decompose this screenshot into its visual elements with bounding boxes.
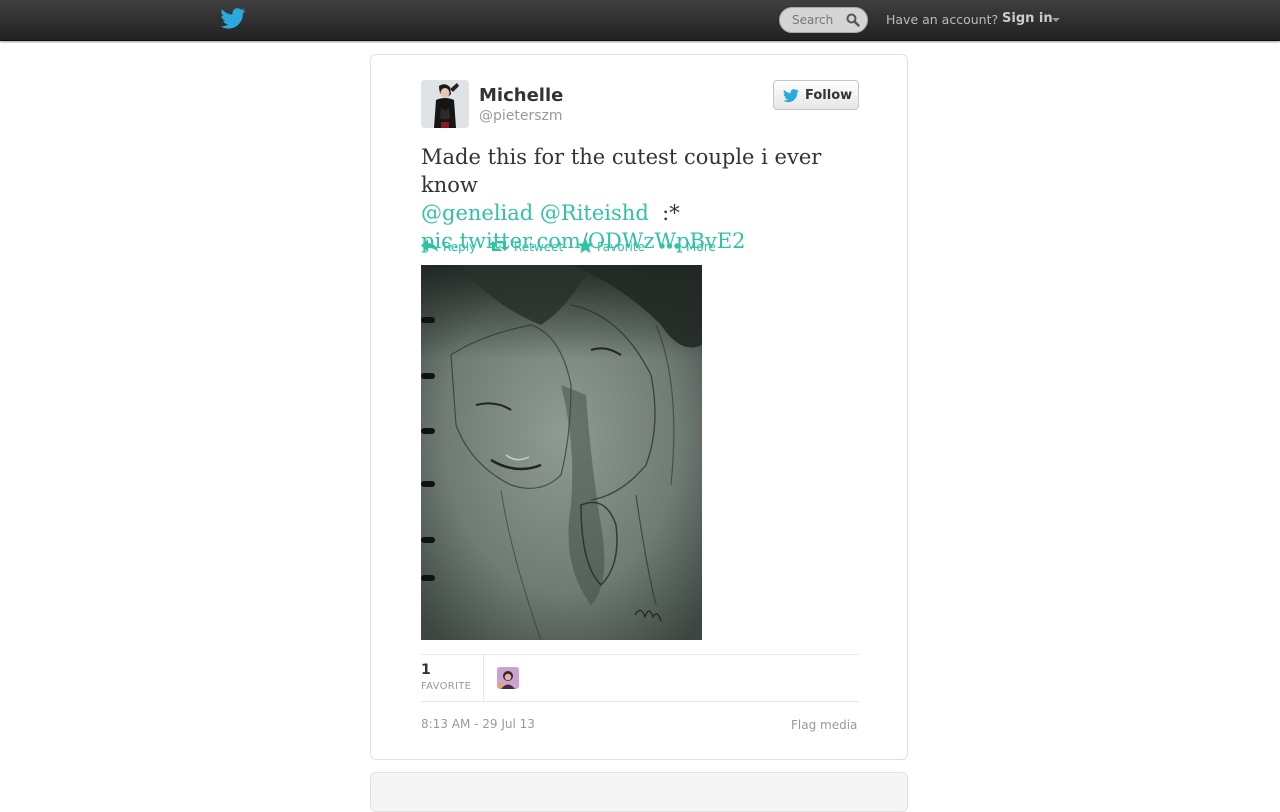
avatar-image <box>421 80 469 128</box>
tweet-timestamp[interactable]: 8:13 AM - 29 Jul 13 <box>421 717 535 731</box>
search-icon[interactable] <box>846 13 860 27</box>
follow-label: Follow <box>805 88 853 103</box>
divider <box>421 654 859 655</box>
tweet-text-line: Made this for the cutest couple i ever k… <box>421 145 822 197</box>
favorite-label: Favorite <box>597 240 645 254</box>
search-input[interactable] <box>780 8 854 32</box>
sketch-image <box>421 265 702 640</box>
follow-button[interactable]: Follow <box>773 80 859 110</box>
retweet-button[interactable]: Retweet <box>489 237 565 257</box>
more-button[interactable]: More <box>659 237 717 257</box>
favorites-label[interactable]: FAVORITE <box>421 681 471 692</box>
top-navigation-bar: Have an account? Sign in <box>0 0 1280 41</box>
search-box <box>779 7 868 33</box>
avatar[interactable] <box>421 80 469 128</box>
reply-label: Reply <box>443 240 477 254</box>
favoriter-avatar-image <box>497 667 519 689</box>
chevron-down-icon[interactable] <box>1052 18 1060 22</box>
sign-in-link[interactable]: Sign in <box>1002 11 1053 26</box>
reply-icon <box>421 239 438 252</box>
replies-card <box>370 772 908 812</box>
have-account-text: Have an account? <box>886 12 999 27</box>
author-username[interactable]: @pieterszm <box>479 108 563 124</box>
favorites-count[interactable]: 1 <box>421 662 431 678</box>
twitter-bird-icon <box>782 89 799 103</box>
flag-media-link[interactable]: Flag media <box>791 718 857 732</box>
mention-link[interactable]: @Riteishd <box>540 201 649 225</box>
retweet-icon <box>489 241 509 251</box>
emoticon-text: :* <box>662 201 680 225</box>
star-icon <box>577 238 594 254</box>
author-fullname[interactable]: Michelle <box>479 85 563 106</box>
retweet-label: Retweet <box>514 240 564 254</box>
divider <box>421 701 859 702</box>
more-dots-icon <box>659 243 680 249</box>
divider <box>483 655 484 701</box>
mention-link[interactable]: @geneliad <box>421 201 533 225</box>
tweet-media-image[interactable] <box>421 265 702 640</box>
favorite-button[interactable]: Favorite <box>577 237 647 257</box>
reply-button[interactable]: Reply <box>421 237 479 257</box>
more-label: More <box>686 240 716 254</box>
favoriter-avatar[interactable] <box>497 667 519 689</box>
twitter-bird-icon[interactable] <box>220 8 246 30</box>
